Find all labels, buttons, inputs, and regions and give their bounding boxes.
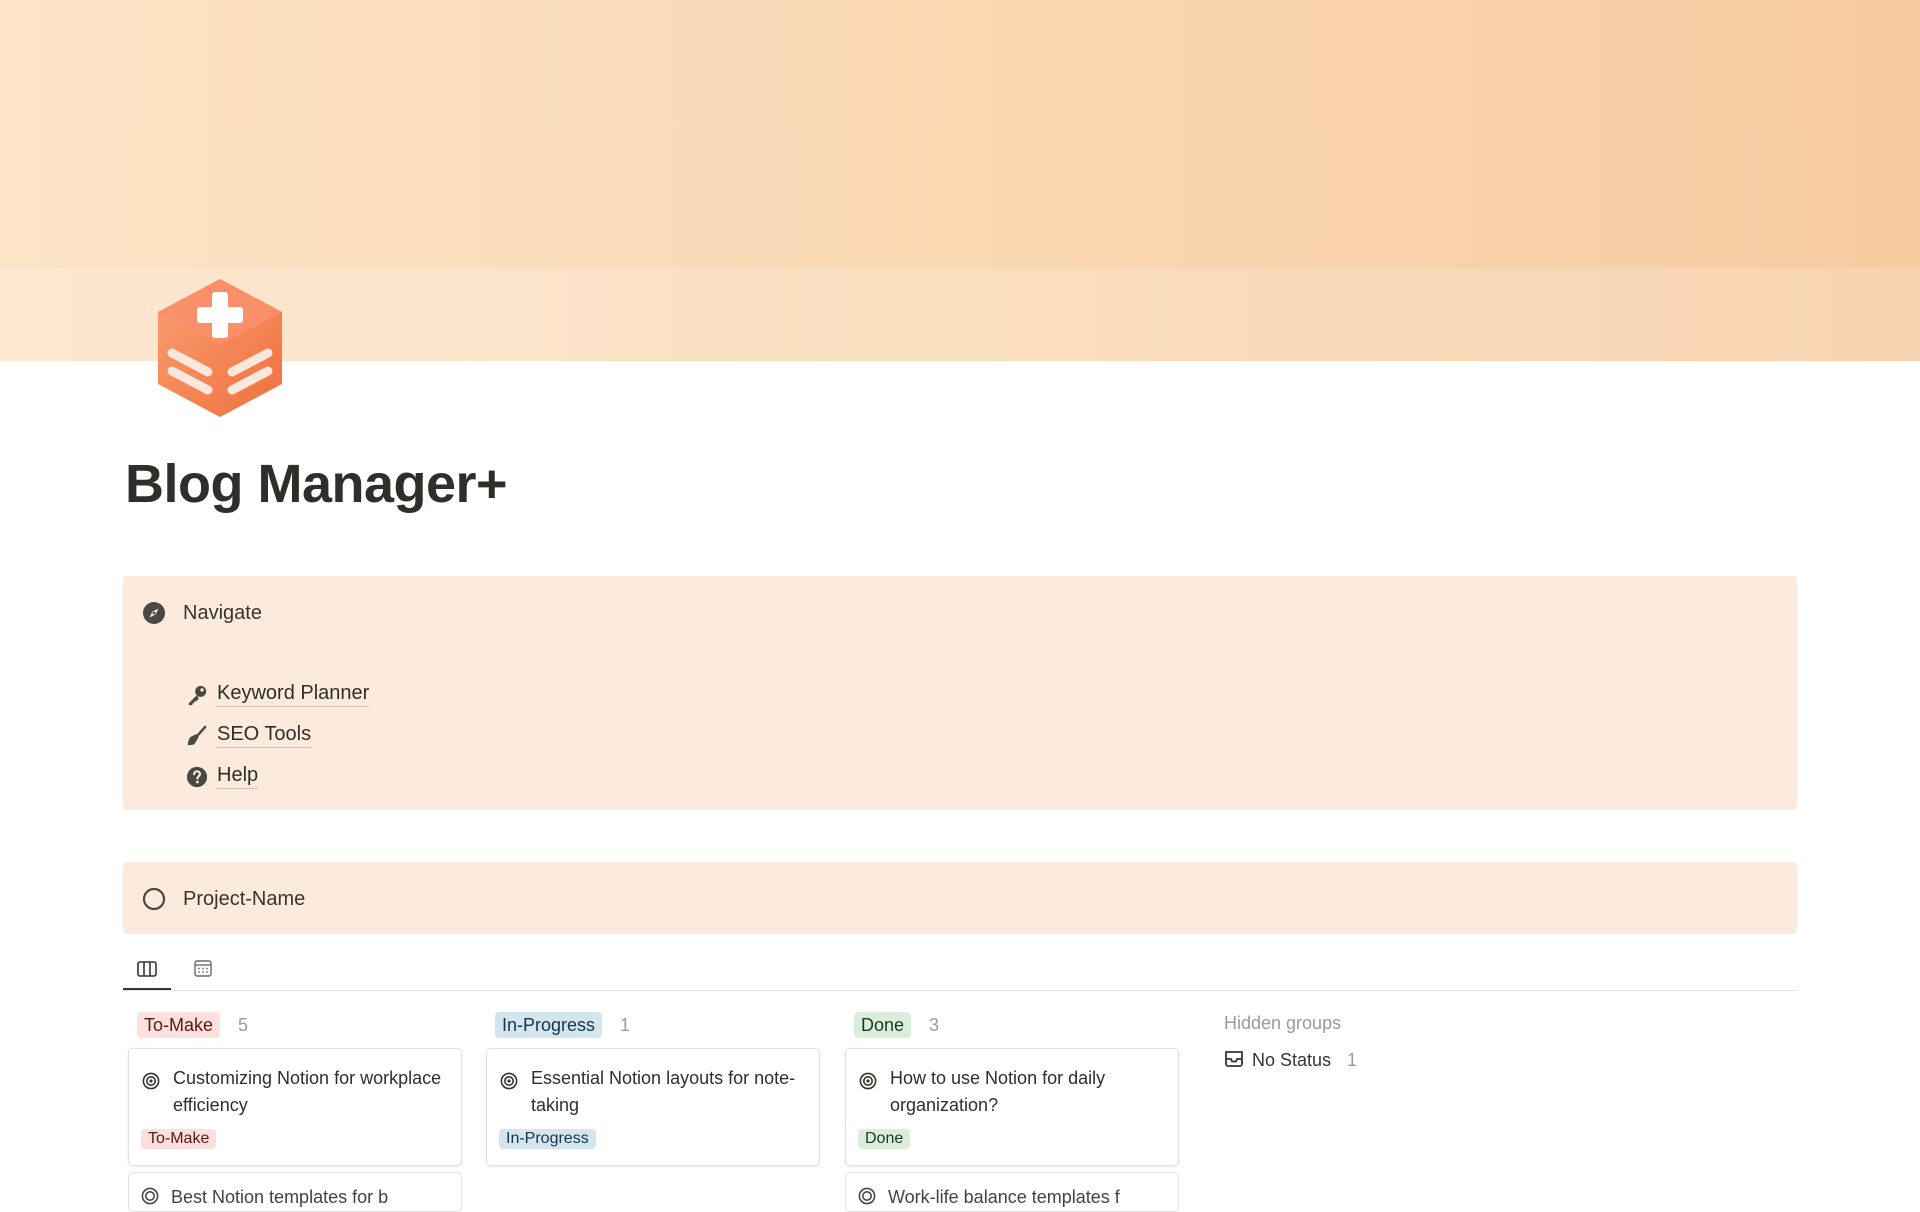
- card-status-badge: Done: [858, 1129, 911, 1149]
- nav-link-help[interactable]: Help: [185, 756, 369, 797]
- hidden-group-count: 1: [1347, 1050, 1358, 1070]
- column-header[interactable]: Done 3: [854, 1010, 1181, 1040]
- project-heading: Project-Name: [183, 887, 306, 910]
- hidden-group-name: No Status: [1252, 1050, 1332, 1070]
- board-card[interactable]: Work-life balance templates f: [845, 1172, 1179, 1212]
- hidden-groups: Hidden groups No Status 1: [1224, 1013, 1357, 1072]
- column-header[interactable]: In-Progress 1: [495, 1010, 822, 1040]
- target-icon: [499, 1065, 519, 1092]
- target-icon: [141, 1065, 161, 1092]
- column-status-pill: To-Make: [137, 1012, 221, 1038]
- navigate-callout: Navigate Keyword Planner SEO Tools Help: [123, 576, 1797, 810]
- board-view-icon: [137, 960, 157, 982]
- hidden-group-no-status[interactable]: No Status 1: [1224, 1049, 1357, 1072]
- inbox-icon: [1224, 1049, 1244, 1072]
- card-title: Customizing Notion for workplace efficie…: [173, 1068, 442, 1115]
- card-title: How to use Notion for daily organization…: [890, 1068, 1106, 1115]
- project-callout: Project-Name: [123, 862, 1797, 934]
- target-icon: [858, 1065, 878, 1092]
- calendar-view-tab[interactable]: [179, 954, 227, 988]
- card-status-badge: To-Make: [141, 1129, 217, 1149]
- database-view-tabs: [123, 950, 1797, 991]
- broom-icon: [185, 724, 209, 748]
- calendar-view-icon: [194, 960, 212, 982]
- nav-link-keyword-planner[interactable]: Keyword Planner: [185, 674, 370, 715]
- nav-link-seo-tools[interactable]: SEO Tools: [185, 715, 369, 756]
- board-column-done: Done 3 How to use Notion for daily organ…: [845, 1010, 1181, 1212]
- card-title: Essential Notion layouts for note-taking: [531, 1068, 796, 1115]
- project-callout-header: Project-Name: [141, 886, 305, 912]
- board-card[interactable]: How to use Notion for daily organization…: [845, 1048, 1179, 1166]
- page-icon[interactable]: [150, 275, 290, 421]
- column-status-pill: In-Progress: [495, 1012, 603, 1038]
- card-status-badge: In-Progress: [499, 1129, 596, 1149]
- compass-icon[interactable]: [141, 600, 167, 626]
- board-column-in-progress: In-Progress 1 Essential Notion layouts f…: [486, 1010, 822, 1166]
- column-header[interactable]: To-Make 5: [137, 1010, 464, 1040]
- page-title: Blog Manager+: [125, 454, 508, 514]
- column-count: 3: [929, 1014, 940, 1035]
- circle-icon[interactable]: [141, 886, 167, 912]
- nav-link-label: SEO Tools: [217, 723, 312, 748]
- hidden-groups-label: Hidden groups: [1224, 1013, 1342, 1033]
- board-card[interactable]: Essential Notion layouts for note-taking…: [486, 1048, 820, 1166]
- board-column-to-make: To-Make 5 Customizing Notion for workpla…: [128, 1010, 464, 1212]
- board-view-tab[interactable]: [123, 954, 171, 990]
- nav-link-label: Keyword Planner: [217, 682, 370, 707]
- nav-link-label: Help: [217, 764, 259, 789]
- column-count: 5: [238, 1014, 249, 1035]
- help-icon: [185, 765, 209, 789]
- board-card[interactable]: Best Notion templates for b: [128, 1172, 462, 1212]
- navigate-heading: Navigate: [183, 601, 262, 624]
- column-count: 1: [620, 1014, 631, 1035]
- board-card[interactable]: Customizing Notion for workplace efficie…: [128, 1048, 462, 1166]
- column-status-pill: Done: [854, 1012, 912, 1038]
- key-icon: [185, 683, 209, 707]
- navigate-links: Keyword Planner SEO Tools Help: [185, 674, 370, 797]
- navigate-callout-header: Navigate: [141, 600, 262, 626]
